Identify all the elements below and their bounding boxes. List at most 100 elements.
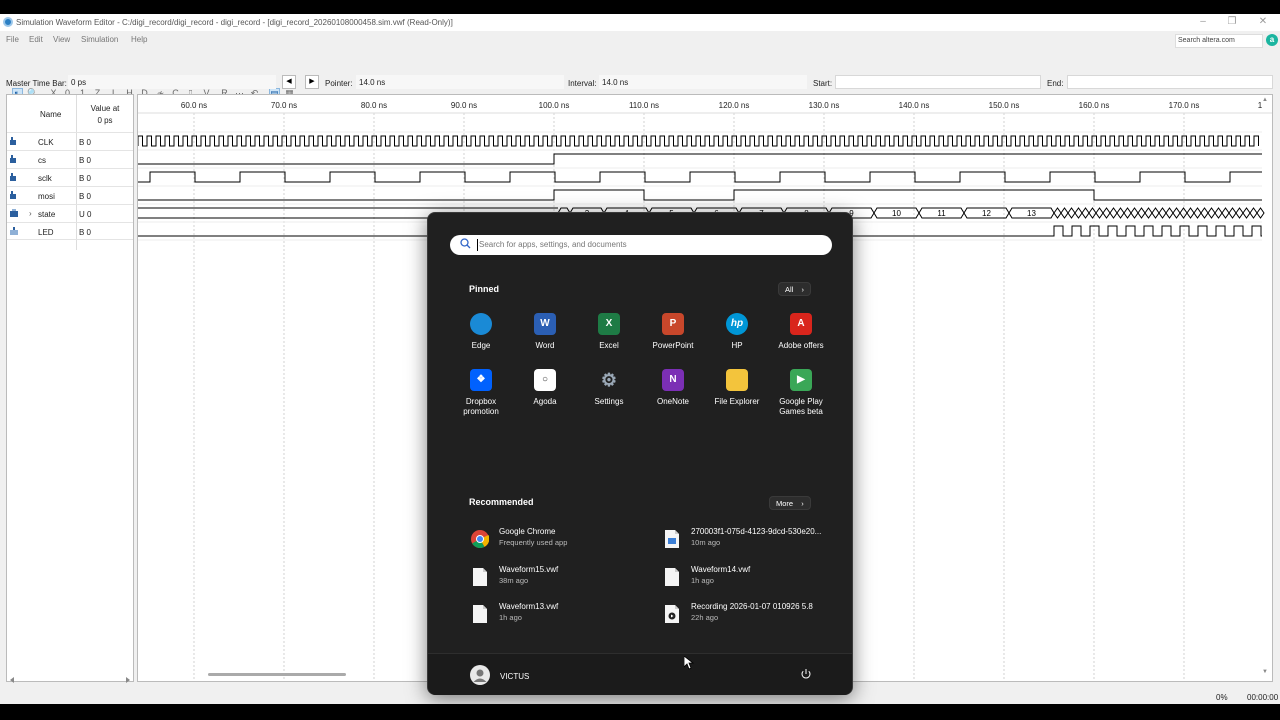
output-pin-icon (10, 227, 18, 235)
state-bus-segment (1116, 207, 1125, 219)
menu-help[interactable]: Help (131, 35, 147, 44)
signal-name: mosi (38, 192, 55, 201)
text-caret (477, 239, 478, 251)
minimize-button[interactable]: – (1196, 16, 1210, 27)
state-bus-segment (1109, 207, 1118, 219)
power-icon[interactable] (800, 668, 812, 680)
signal-name: cs (38, 156, 46, 165)
state-bus-segment (1137, 207, 1146, 219)
signal-name: sclk (38, 174, 52, 183)
input-pin-icon (10, 173, 16, 181)
state-bus-segment (1214, 207, 1223, 219)
state-bus-segment (1228, 207, 1237, 219)
video-file-icon (665, 605, 679, 623)
altera-logo-icon[interactable]: a (1266, 34, 1278, 46)
recommended-item[interactable]: Recording 2026-01-07 010926 5.8 22h ago (661, 602, 841, 632)
maximize-button[interactable]: ❐ (1225, 16, 1239, 27)
search-altera-input[interactable]: Search altera.com (1175, 34, 1263, 48)
scroll-up-arrow-icon[interactable]: ▲ (1262, 97, 1270, 105)
recommended-subtitle: 1h ago (499, 613, 522, 622)
pinned-app-label: HP (731, 341, 743, 350)
recommended-title: Google Chrome (499, 527, 556, 536)
state-bus-segment (1186, 207, 1195, 219)
state-bus-segment (1053, 207, 1062, 219)
signal-row[interactable]: cs B 0 (7, 150, 133, 168)
edge-icon (470, 313, 492, 335)
more-button[interactable]: More › (769, 496, 811, 510)
name-panel-scrollbar[interactable] (8, 676, 132, 684)
start-menu-footer: VICTUS (428, 653, 852, 695)
pinned-app-label: Settings (594, 397, 624, 406)
recommended-heading: Recommended (469, 497, 534, 507)
elapsed-time: 00:00:00 (1247, 693, 1279, 702)
state-bus-segment (1242, 207, 1251, 219)
start-search-input[interactable]: Search for apps, settings, and documents (450, 235, 832, 255)
expand-arrow-icon[interactable]: › (29, 209, 32, 218)
state-bus-value: 12 (982, 209, 991, 218)
signal-row[interactable]: › state U 0 (7, 204, 133, 222)
signal-name: CLK (38, 138, 54, 147)
recommended-item[interactable]: Google Chrome Frequently used app (469, 527, 649, 557)
state-bus-segment (1081, 207, 1090, 219)
pinned-app-label: Dropbox promotion (463, 397, 499, 416)
signal-row[interactable]: CLK B 0 (7, 132, 133, 150)
signal-row[interactable]: mosi B 0 (7, 186, 133, 204)
close-button[interactable]: ✕ (1256, 16, 1270, 27)
pointer-label: Pointer: (325, 79, 353, 88)
powerpoint-icon: P (662, 313, 684, 335)
recommended-title: Waveform13.vwf (499, 602, 559, 611)
state-bus-value: 11 (937, 209, 946, 218)
state-bus-segment (1074, 207, 1083, 219)
end-field[interactable] (1067, 75, 1273, 89)
end-label: End: (1047, 79, 1064, 88)
name-column-header[interactable]: Name (40, 110, 61, 119)
mouse-cursor-icon (684, 656, 694, 670)
signal-value: B 0 (79, 156, 92, 165)
recommended-item[interactable]: Waveform13.vwf 1h ago (469, 602, 649, 632)
pinned-app-label: Adobe offers (778, 341, 824, 350)
signal-row[interactable]: LED B 0 (7, 222, 133, 240)
chevron-right-icon: › (801, 285, 804, 294)
signal-value: B 0 (79, 228, 92, 237)
recommended-item[interactable]: Waveform14.vwf 1h ago (661, 565, 841, 595)
next-transition-button[interactable]: ▶ (305, 75, 319, 89)
user-name[interactable]: VICTUS (500, 672, 529, 681)
signal-name: state (38, 210, 56, 219)
state-bus-segment (1095, 207, 1104, 219)
value-column-header[interactable]: Value at 0 ps (79, 103, 131, 127)
recommended-item[interactable]: 270003f1-075d-4123-9dcd-530e20... 10m ago (661, 527, 841, 557)
pinned-app-label: Excel (599, 341, 619, 350)
image-file-icon (665, 530, 679, 548)
dropbox-icon: ❖ (470, 369, 492, 391)
menu-view[interactable]: View (53, 35, 70, 44)
file-icon (473, 605, 487, 623)
start-field[interactable] (835, 75, 1041, 89)
all-apps-button[interactable]: All › (778, 282, 811, 296)
recommended-subtitle: 1h ago (691, 576, 714, 585)
prev-transition-button[interactable]: ◀ (282, 75, 296, 89)
state-bus-segment (1193, 207, 1202, 219)
recommended-title: Recording 2026-01-07 010926 5.8 (691, 602, 813, 611)
sclk-waveform (138, 171, 1262, 183)
menu-file[interactable]: File (6, 35, 19, 44)
state-bus-segment (1179, 207, 1188, 219)
signal-row[interactable]: sclk B 0 (7, 168, 133, 186)
all-apps-label: All (785, 285, 794, 294)
state-bus-segment (1088, 207, 1097, 219)
state-bus-segment (1256, 207, 1265, 219)
input-pin-icon (10, 191, 16, 199)
recommended-subtitle: 10m ago (691, 538, 721, 547)
toolbar: ↖ 🔍 X 0 1 Z L H D ≁ C ⎍ V R ⋯ ↶ ▤ ▦ (0, 50, 1280, 99)
scroll-down-arrow-icon[interactable]: ▼ (1262, 669, 1270, 677)
state-bus-value: 10 (892, 209, 901, 218)
menu-simulation[interactable]: Simulation (81, 35, 118, 44)
user-avatar[interactable] (470, 665, 490, 685)
pinned-heading: Pinned (469, 284, 500, 294)
waveform-hscroll-thumb[interactable] (208, 673, 346, 676)
agoda-icon: ○ (534, 369, 556, 391)
master-time-bar-field[interactable]: 0 ps (68, 75, 276, 89)
signal-name-panel: Name Value at 0 ps CLK B 0 cs B 0 sclk B… (6, 94, 134, 682)
menu-edit[interactable]: Edit (29, 35, 43, 44)
signal-value: U 0 (79, 210, 92, 219)
recommended-item[interactable]: Waveform15.vwf 38m ago (469, 565, 649, 595)
